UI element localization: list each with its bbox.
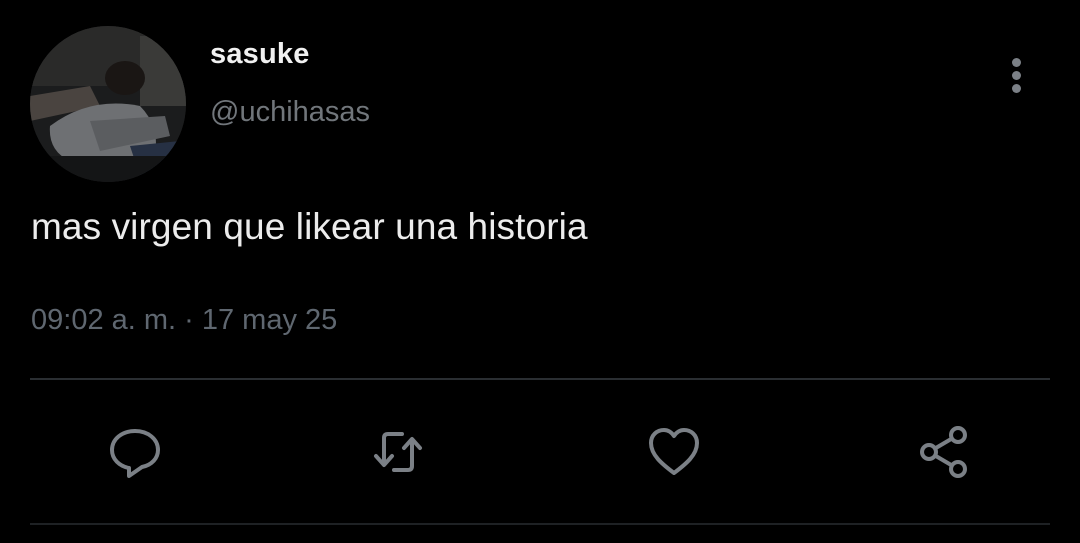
- user-handle[interactable]: @uchihasas: [210, 96, 370, 129]
- more-options-button[interactable]: [998, 52, 1036, 98]
- retweet-icon: [374, 432, 422, 472]
- like-button[interactable]: [646, 424, 702, 480]
- tweet-text: mas virgen que likear una historia: [31, 206, 588, 247]
- reply-button[interactable]: [107, 424, 163, 480]
- share-button[interactable]: [916, 424, 972, 480]
- speech-bubble-icon: [110, 429, 160, 478]
- more-options-icon: [1012, 58, 1021, 67]
- divider: [30, 378, 1050, 380]
- retweet-button[interactable]: [370, 424, 426, 480]
- avatar-photo: [30, 26, 186, 182]
- more-options-icon-dot: [1012, 71, 1021, 80]
- tweet-detail: sasuke @uchihasas mas virgen que likear …: [0, 0, 1080, 543]
- tweet-timestamp[interactable]: 09:02 a. m. · 17 may 25: [31, 304, 337, 337]
- bottom-divider: [30, 523, 1050, 525]
- share-icon: [920, 426, 967, 478]
- avatar[interactable]: [30, 26, 186, 182]
- heart-icon: [649, 428, 699, 475]
- more-options-icon-dot: [1012, 84, 1021, 93]
- display-name[interactable]: sasuke: [210, 38, 310, 71]
